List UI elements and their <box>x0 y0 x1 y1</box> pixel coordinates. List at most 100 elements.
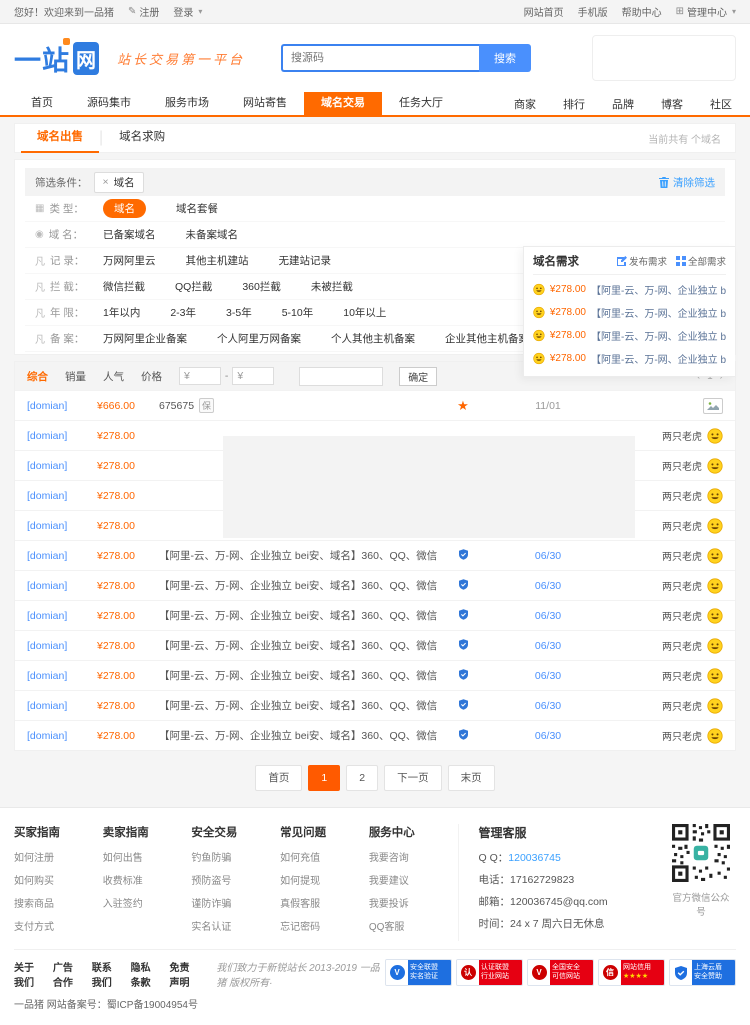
publish-demand-link[interactable]: 发布需求 <box>617 254 667 268</box>
ads-link[interactable]: 广告合作 <box>53 959 82 989</box>
filter-option[interactable]: 未被拦截 <box>311 279 353 294</box>
filter-option[interactable]: 企业其他主机备案 <box>445 331 529 346</box>
footer-link[interactable]: 谨防诈骗 <box>191 895 280 910</box>
nav-item-source-market[interactable]: 源码集市 <box>70 92 148 115</box>
topbar-link-help[interactable]: 帮助中心 <box>622 4 662 19</box>
about-link[interactable]: 关于我们 <box>14 959 43 989</box>
domain-link[interactable]: [domian] <box>27 640 97 652</box>
filter-option[interactable]: 个人阿里万网备案 <box>217 331 301 346</box>
nav-item-site-consign[interactable]: 网站寄售 <box>226 92 304 115</box>
filter-option[interactable]: 域名 <box>103 199 146 218</box>
demand-item[interactable]: ¥278.00【阿里-云、万-网、企业独立 b <box>533 347 726 370</box>
table-row[interactable]: [domian] ¥278.00 【阿里-云、万-网、企业独立 bei安、域名】… <box>15 630 735 660</box>
topbar-link-mobile[interactable]: 手机版 <box>578 4 608 19</box>
filter-option[interactable]: 3-5年 <box>226 305 252 320</box>
domain-link[interactable]: [domian] <box>27 460 97 472</box>
favorite-star-icon[interactable]: ★ <box>443 398 483 414</box>
close-icon[interactable]: × <box>103 176 109 188</box>
footer-link[interactable]: QQ客服 <box>369 918 458 933</box>
footer-link[interactable]: 实名认证 <box>191 918 280 933</box>
filter-option[interactable]: 1年以内 <box>103 305 140 320</box>
sort-comprehensive[interactable]: 综合 <box>27 369 48 384</box>
footer-link[interactable]: 如何出售 <box>103 849 192 864</box>
table-row[interactable]: [domian] ¥666.00 675675保 ★ 11/01 <box>15 390 735 420</box>
filter-option[interactable]: 未备案域名 <box>186 227 239 242</box>
keyword-input[interactable] <box>299 367 383 386</box>
filter-option[interactable]: 360拦截 <box>242 279 281 294</box>
footer-link[interactable]: 收费标准 <box>103 872 192 887</box>
register-link[interactable]: ✎注册 <box>128 4 159 19</box>
filter-option[interactable]: QQ拦截 <box>175 279 212 294</box>
filter-option[interactable]: 域名套餐 <box>176 201 218 216</box>
login-link[interactable]: 登录 <box>173 4 202 19</box>
footer-link[interactable]: 预防盗号 <box>191 872 280 887</box>
nav-item-service-market[interactable]: 服务市场 <box>148 92 226 115</box>
demand-item[interactable]: ¥278.00【阿里-云、万-网、企业独立 b <box>533 324 726 347</box>
privacy-link[interactable]: 隐私条款 <box>131 959 160 989</box>
search-button[interactable]: 搜索 <box>479 44 531 72</box>
sort-price[interactable]: 价格 <box>141 369 162 384</box>
sort-popularity[interactable]: 人气 <box>103 369 124 384</box>
footer-link[interactable]: 入驻签约 <box>103 895 192 910</box>
nav-item-domain-trade[interactable]: 域名交易 <box>304 92 382 115</box>
filter-option[interactable]: 万网阿里云 <box>103 253 156 268</box>
nav-item-brand[interactable]: 品牌 <box>612 96 634 112</box>
footer-link[interactable]: 我要建议 <box>369 872 458 887</box>
filter-option[interactable]: 个人其他主机备案 <box>331 331 415 346</box>
filter-chip-domain[interactable]: × 域名 <box>94 172 144 193</box>
demand-item[interactable]: ¥278.00【阿里-云、万-网、企业独立 b <box>533 278 726 301</box>
table-row[interactable]: [domian] ¥278.00 【阿里-云、万-网、企业独立 bei安、域名】… <box>15 720 735 750</box>
filter-option[interactable]: 已备案域名 <box>103 227 156 242</box>
domain-link[interactable]: [domian] <box>27 490 97 502</box>
table-row[interactable]: [domian] ¥278.00 【阿里-云、万-网、企业独立 bei安、域名】… <box>15 540 735 570</box>
all-demand-link[interactable]: 全部需求 <box>676 254 726 268</box>
nav-item-task-hall[interactable]: 任务大厅 <box>382 92 460 115</box>
filter-option[interactable]: 2-3年 <box>170 305 196 320</box>
clear-filters-button[interactable]: 清除筛选 <box>659 175 715 190</box>
confirm-button[interactable]: 确定 <box>399 367 437 386</box>
nav-item-home[interactable]: 首页 <box>14 92 70 115</box>
filter-option[interactable]: 万网阿里企业备案 <box>103 331 187 346</box>
filter-option[interactable]: 5-10年 <box>282 305 314 320</box>
topbar-link-home[interactable]: 网站首页 <box>524 4 564 19</box>
domain-link[interactable]: [domian] <box>27 730 97 742</box>
footer-link[interactable]: 真假客服 <box>280 895 369 910</box>
site-logo[interactable]: 一站 网 <box>14 39 99 78</box>
nav-item-blog[interactable]: 博客 <box>661 96 683 112</box>
footer-link[interactable]: 钓鱼防骗 <box>191 849 280 864</box>
badge-trusted-site[interactable]: V 全国安全可信网站 <box>527 959 594 986</box>
badge-cert-alliance[interactable]: 认 认证联盟行业网站 <box>456 959 523 986</box>
tab-domain-buy[interactable]: 域名求购 <box>103 123 181 153</box>
footer-link[interactable]: 如何提现 <box>280 872 369 887</box>
domain-link[interactable]: [domian] <box>27 610 97 622</box>
domain-link[interactable]: [domian] <box>27 670 97 682</box>
badge-site-credit[interactable]: 信 网站信用★★★★ <box>598 959 665 986</box>
nav-item-merchants[interactable]: 商家 <box>514 96 536 112</box>
qq-number-link[interactable]: 120036745 <box>508 852 561 864</box>
contact-link[interactable]: 联系我们 <box>92 959 121 989</box>
footer-link[interactable]: 我要投诉 <box>369 895 458 910</box>
page-next-button[interactable]: 下一页 <box>384 765 442 791</box>
table-row[interactable]: [domian] ¥278.00 【阿里-云、万-网、企业独立 bei安、域名】… <box>15 570 735 600</box>
domain-link[interactable]: [domian] <box>27 550 97 562</box>
domain-link[interactable]: [domian] <box>27 430 97 442</box>
demand-item[interactable]: ¥278.00【阿里-云、万-网、企业独立 b <box>533 301 726 324</box>
footer-link[interactable]: 搜索商品 <box>14 895 103 910</box>
badge-yundun[interactable]: 上海云盾安全赞助 <box>669 959 736 986</box>
price-min-input[interactable] <box>192 370 216 383</box>
footer-link[interactable]: 忘记密码 <box>280 918 369 933</box>
sort-sales[interactable]: 销量 <box>65 369 86 384</box>
domain-link[interactable]: [domian] <box>27 700 97 712</box>
footer-link[interactable]: 如何充值 <box>280 849 369 864</box>
footer-link[interactable]: 支付方式 <box>14 918 103 933</box>
filter-option[interactable]: 10年以上 <box>343 305 386 320</box>
domain-link[interactable]: [domian] <box>27 580 97 592</box>
nav-item-community[interactable]: 社区 <box>710 96 732 112</box>
footer-link[interactable]: 如何购买 <box>14 872 103 887</box>
price-max-input[interactable] <box>245 370 269 383</box>
search-input[interactable] <box>281 44 479 72</box>
nav-item-rank[interactable]: 排行 <box>563 96 585 112</box>
filter-option[interactable]: 其他主机建站 <box>186 253 249 268</box>
page-2-button[interactable]: 2 <box>346 765 378 791</box>
filter-option[interactable]: 无建站记录 <box>279 253 332 268</box>
